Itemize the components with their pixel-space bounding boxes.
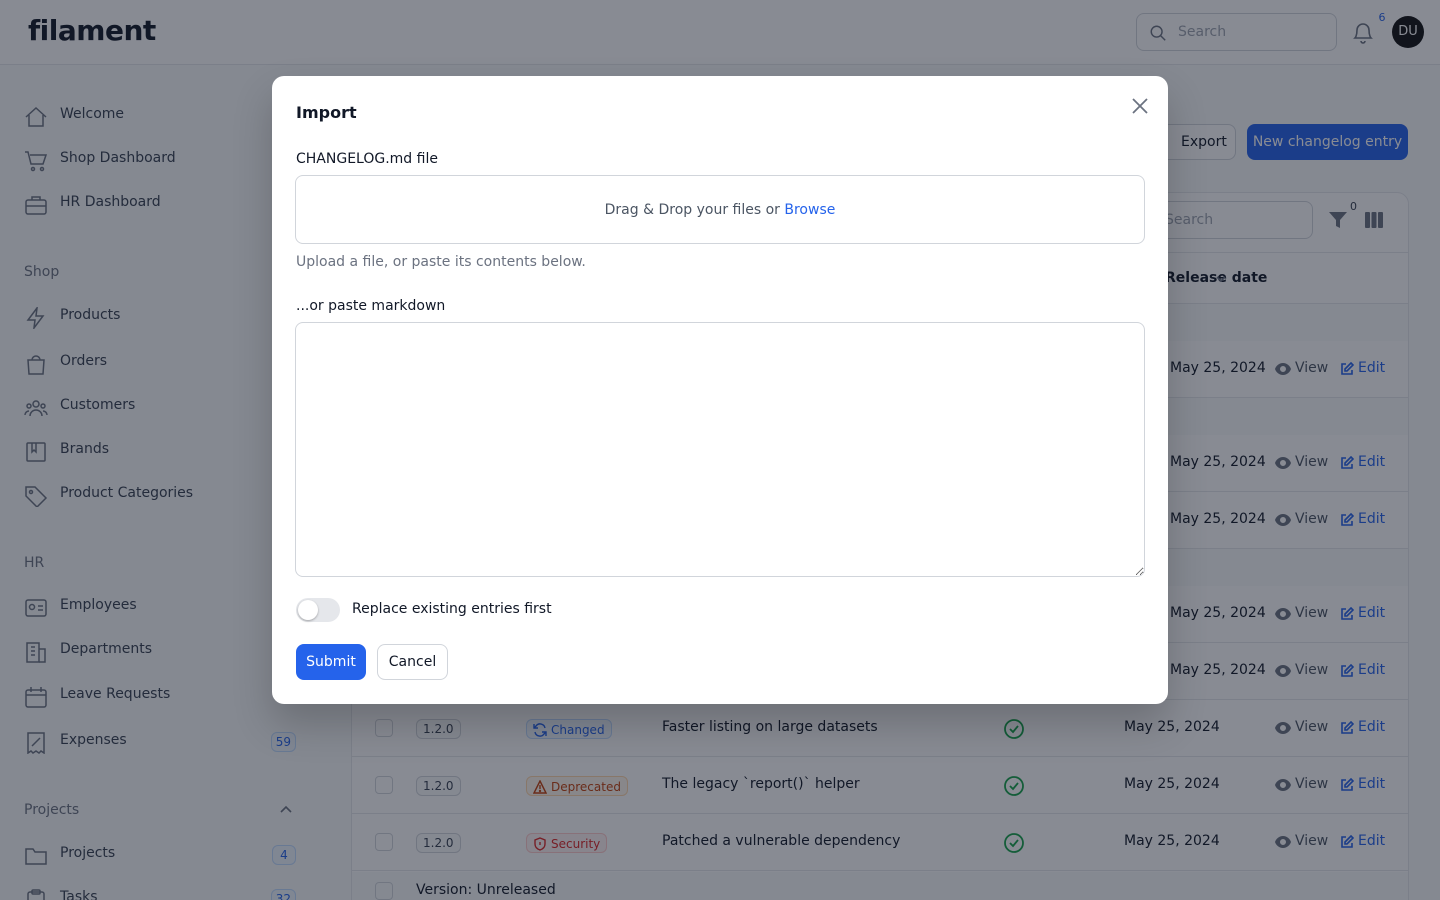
browse-link[interactable]: Browse (784, 202, 835, 218)
import-modal: Import CHANGELOG.md file Drag & Drop you… (272, 76, 1168, 704)
dropzone-prompt: Drag & Drop your files or (604, 202, 780, 218)
close-icon[interactable] (1128, 94, 1152, 118)
file-help-text: Upload a file, or paste its contents bel… (296, 254, 586, 270)
file-field-label: CHANGELOG.md file (296, 151, 438, 167)
replace-existing-toggle[interactable] (296, 598, 340, 622)
markdown-field-label: ...or paste markdown (296, 298, 446, 314)
modal-title: Import (296, 103, 357, 122)
replace-existing-label: Replace existing entries first (352, 601, 552, 617)
submit-button[interactable]: Submit (296, 644, 366, 680)
dropzone-text: Drag & Drop your files or Browse (296, 202, 1144, 218)
file-dropzone[interactable]: Drag & Drop your files or Browse (295, 175, 1145, 244)
toggle-knob (298, 600, 318, 620)
cancel-button[interactable]: Cancel (377, 644, 448, 680)
markdown-textarea[interactable] (295, 322, 1145, 577)
